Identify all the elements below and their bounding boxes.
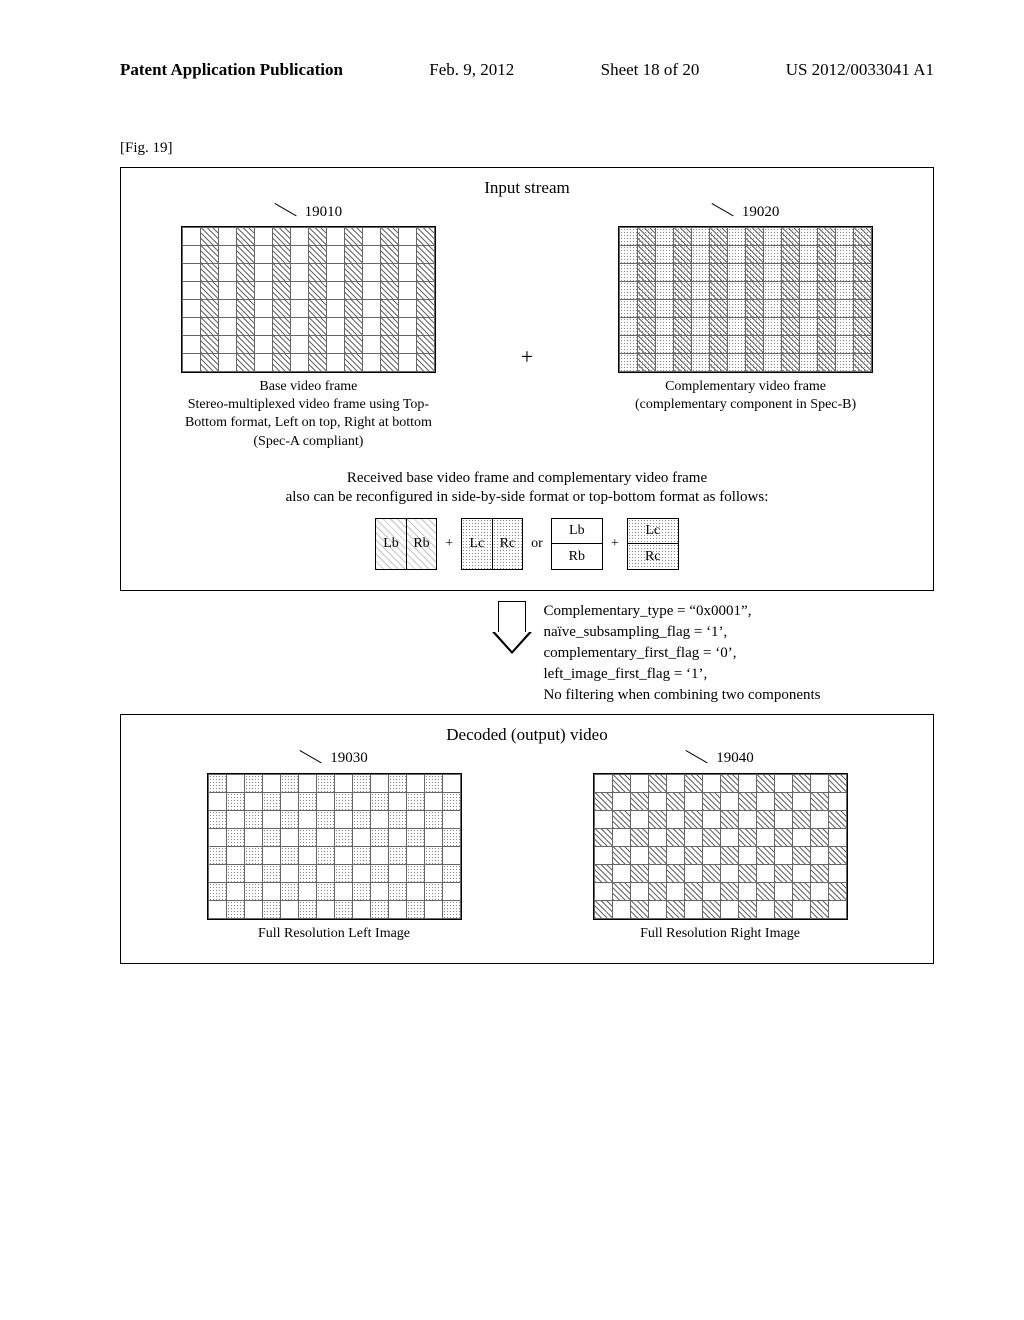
reconfig-line: Received base video frame and complement… (347, 470, 707, 486)
parameters-block: Complementary_type = “0x0001”, naïve_sub… (543, 601, 820, 706)
cell-Lc: Lc (462, 519, 493, 569)
header-publication: Patent Application Publication (120, 60, 343, 80)
input-stream-box: Input stream 19010 Base video frame Ster… (120, 167, 934, 591)
cell-Lc: Lc (628, 519, 678, 545)
reconfig-diagrams: Lb Rb + Lc Rc or Lb Rb + Lc Rc (141, 518, 913, 570)
sbs-box-base: Lb Rb (375, 518, 437, 570)
complementary-video-column: 19020 Complementary video frame (complem… (618, 203, 873, 414)
caption-line: Bottom format, Left on top, Right at bot… (185, 415, 432, 430)
full-res-right-column: 19040 Full Resolution Right Image (593, 750, 848, 943)
output-title: Decoded (output) video (141, 725, 913, 745)
ref-19020: 19020 (712, 203, 780, 223)
param-line: No filtering when combining two componen… (543, 685, 820, 706)
tb-box-comp: Lc Rc (627, 518, 679, 570)
leader-line-icon (686, 750, 716, 770)
cell-Rb: Rb (552, 544, 602, 569)
out-right-caption: Full Resolution Right Image (640, 925, 800, 943)
down-arrow-icon (498, 601, 528, 654)
cell-Rc: Rc (628, 544, 678, 569)
full-res-right-grid (593, 773, 848, 920)
output-video-box: Decoded (output) video 19030 Full Resolu… (120, 714, 934, 964)
base-video-column: 19010 Base video frame Stereo-multiplexe… (181, 203, 436, 451)
plus-icon: + (445, 536, 453, 552)
caption-line: Complementary video frame (665, 379, 826, 394)
ref-number: 19030 (330, 750, 368, 767)
ref-number: 19020 (742, 204, 780, 221)
output-columns: 19030 Full Resolution Left Image 19040 F… (141, 750, 913, 943)
ref-number: 19040 (716, 750, 754, 767)
header-sheet: Sheet 18 of 20 (601, 60, 700, 80)
input-title: Input stream (141, 178, 913, 198)
param-line: Complementary_type = “0x0001”, (543, 601, 820, 622)
reconfig-line: also can be reconfigured in side-by-side… (286, 489, 769, 505)
complementary-video-frame-grid (618, 226, 873, 373)
caption-line: (complementary component in Spec-B) (635, 397, 856, 412)
leader-line-icon (300, 750, 330, 770)
or-label: or (531, 536, 543, 552)
caption-line: Stereo-multiplexed video frame using Top… (188, 397, 429, 412)
cell-Rc: Rc (493, 519, 523, 569)
full-res-left-column: 19030 Full Resolution Left Image (207, 750, 462, 943)
reconfig-description: Received base video frame and complement… (141, 469, 913, 508)
sbs-box-comp: Lc Rc (461, 518, 523, 570)
caption-line: (Spec-A compliant) (253, 434, 363, 449)
header-pubno: US 2012/0033041 A1 (786, 60, 934, 80)
header-date: Feb. 9, 2012 (429, 60, 514, 80)
leader-line-icon (275, 203, 305, 223)
ref-19030: 19030 (300, 750, 368, 770)
ref-number: 19010 (305, 204, 343, 221)
base-video-frame-grid (181, 226, 436, 373)
caption-line: Base video frame (259, 379, 357, 394)
comp-caption: Complementary video frame (complementary… (635, 378, 856, 414)
input-columns: 19010 Base video frame Stereo-multiplexe… (141, 203, 913, 451)
cell-Lb: Lb (376, 519, 407, 569)
cell-Rb: Rb (407, 519, 437, 569)
ref-19010: 19010 (275, 203, 343, 223)
param-line: naïve_subsampling_flag = ‘1’, (543, 622, 820, 643)
cell-Lb: Lb (552, 519, 602, 545)
ref-19040: 19040 (686, 750, 754, 770)
tb-box-base: Lb Rb (551, 518, 603, 570)
full-res-left-grid (207, 773, 462, 920)
arrow-params-row: Complementary_type = “0x0001”, naïve_sub… (120, 601, 934, 706)
param-line: complementary_first_flag = ‘0’, (543, 643, 820, 664)
leader-line-icon (712, 203, 742, 223)
out-left-caption: Full Resolution Left Image (258, 925, 410, 943)
param-line: left_image_first_flag = ‘1’, (543, 664, 820, 685)
page-header: Patent Application Publication Feb. 9, 2… (120, 60, 934, 80)
plus-icon: + (611, 536, 619, 552)
base-caption: Base video frame Stereo-multiplexed vide… (185, 378, 432, 451)
patent-page: Patent Application Publication Feb. 9, 2… (0, 0, 1024, 1320)
figure-label: [Fig. 19] (120, 140, 934, 157)
plus-icon: + (521, 284, 533, 370)
